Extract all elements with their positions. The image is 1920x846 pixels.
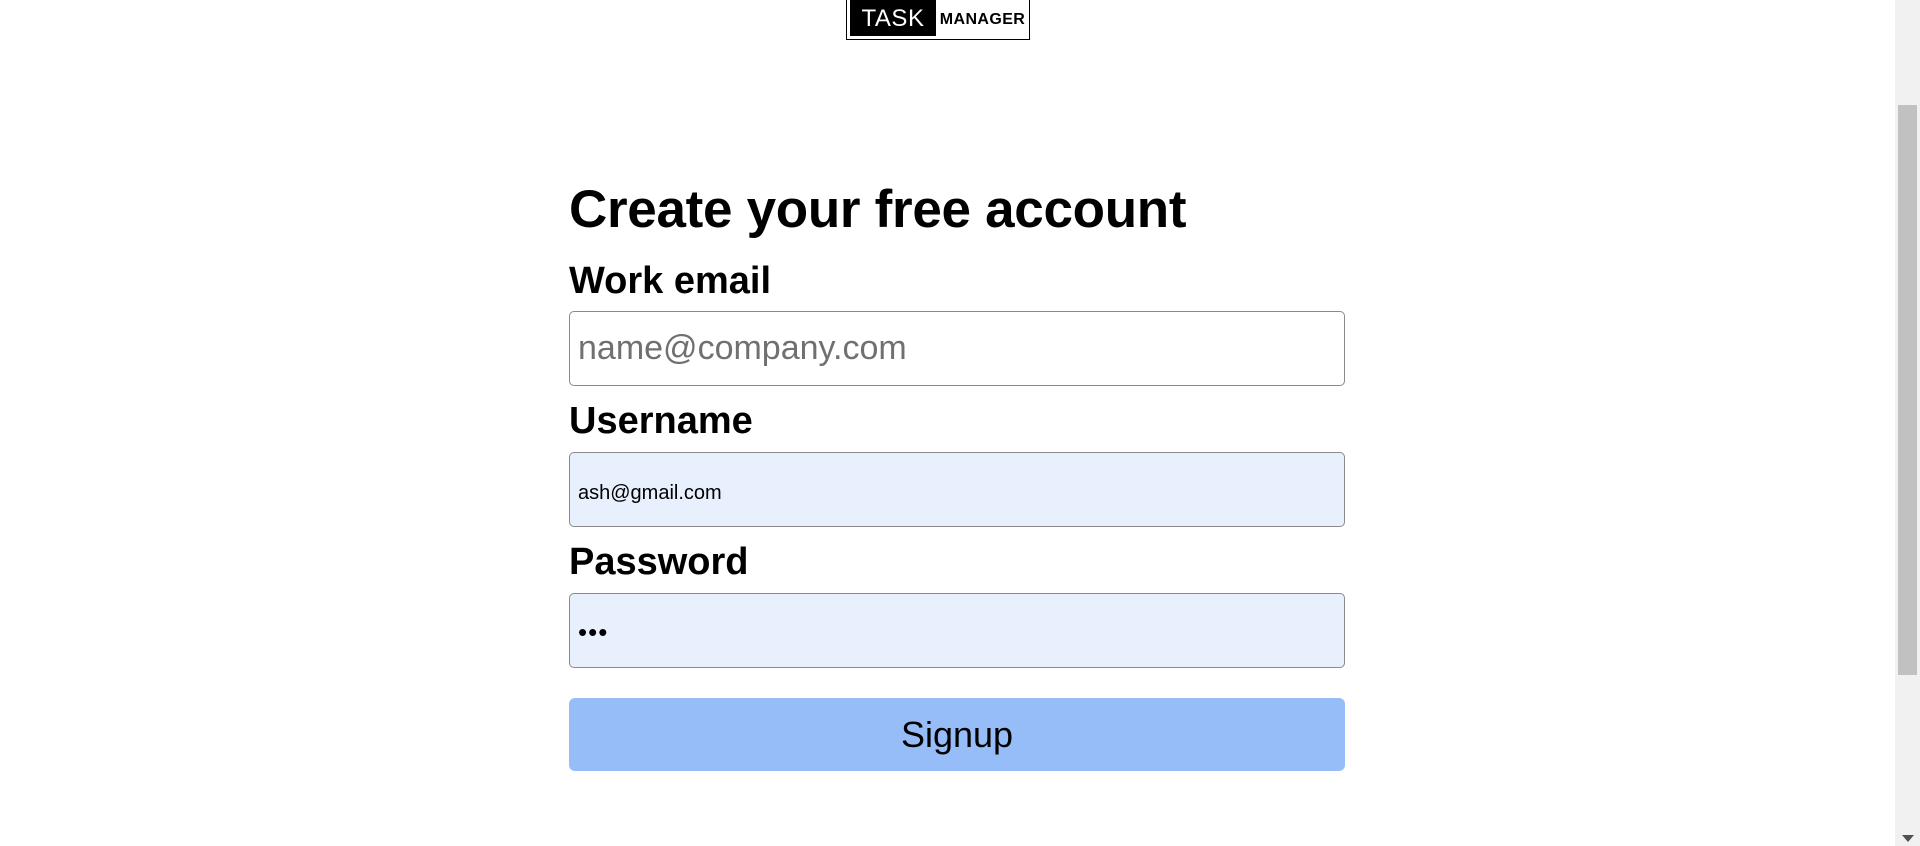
signup-form: Create your free account Work email User… (569, 170, 1345, 771)
task-manager-logo[interactable]: TASK MANAGER (846, 0, 1030, 40)
vertical-scrollbar[interactable] (1895, 0, 1920, 846)
username-value: ash@gmail.com (578, 482, 722, 504)
signup-page: TASK MANAGER Create your free account Wo… (0, 0, 1920, 846)
signup-button[interactable]: Signup (569, 698, 1345, 771)
page-title: Create your free account (569, 180, 1187, 239)
work-email-input[interactable] (569, 311, 1345, 386)
work-email-label: Work email (569, 260, 772, 302)
password-input[interactable]: ••• (569, 593, 1345, 668)
password-label: Password (569, 541, 749, 583)
username-label: Username (569, 400, 753, 442)
scroll-down-arrow-icon[interactable] (1902, 835, 1914, 842)
username-input[interactable]: ash@gmail.com (569, 452, 1345, 527)
logo-task-text: TASK (850, 0, 936, 36)
logo-manager-text: MANAGER (939, 11, 1026, 28)
password-masked-value: ••• (578, 617, 609, 647)
scrollbar-thumb[interactable] (1898, 105, 1917, 675)
